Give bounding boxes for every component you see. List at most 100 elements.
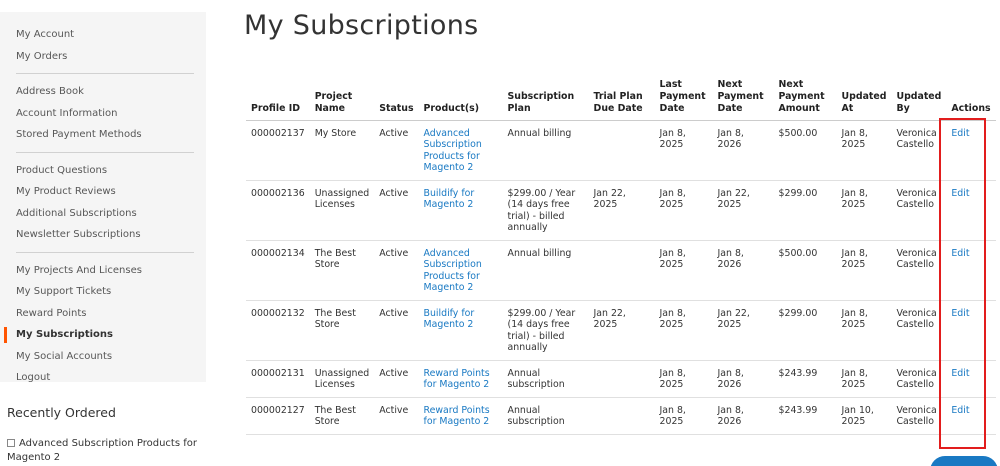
table-cell: The Best Store xyxy=(309,300,375,361)
profile-id-cell: 000002134 xyxy=(251,247,305,259)
table-row: 000002134 The Best Store Active Advanced Su… xyxy=(246,240,997,301)
project-name-cell: The Best Store xyxy=(314,247,356,271)
table-cell: Edit xyxy=(946,360,997,398)
sidebar-divider xyxy=(16,151,194,153)
product-link[interactable]: Buildify for Magento 2 xyxy=(424,188,475,211)
edit-link[interactable]: Edit xyxy=(951,368,969,379)
table-row: 000002137 My Store Active Advanced Subscrip… xyxy=(246,120,997,181)
sidebar-item-logout[interactable]: Logout xyxy=(0,367,206,389)
column-header-updated-at: Updated At xyxy=(836,72,892,121)
subscription-plan-cell: Annual billing xyxy=(507,247,572,259)
table-cell: Edit xyxy=(946,300,997,361)
table-cell: Active xyxy=(374,360,419,398)
sidebar-item-my-orders[interactable]: My Orders xyxy=(0,46,206,68)
table-cell: Jan 22, 2025 xyxy=(712,180,774,241)
product-link[interactable]: Reward Points for Magento 2 xyxy=(424,368,490,391)
table-cell: 000002137 xyxy=(246,120,310,181)
table-body: 000002137 My Store Active Advanced Subscrip… xyxy=(246,120,997,435)
table-cell: 000002132 xyxy=(246,300,310,361)
status-cell: Active xyxy=(379,247,409,259)
updated-at-cell: Jan 8, 2025 xyxy=(841,247,868,271)
recent-item[interactable]: Advanced Subscription Products for Magen… xyxy=(7,437,222,465)
edit-link[interactable]: Edit xyxy=(951,128,969,139)
table-cell: Edit xyxy=(946,180,997,241)
table-cell: Advanced Subscription Products for Magen… xyxy=(418,240,503,301)
column-header-trial-plan-due-date: Trial Plan Due Date xyxy=(588,72,655,121)
updated-by-cell: Veronica Castello xyxy=(896,307,937,331)
sidebar-item-stored-payment-methods[interactable]: Stored Payment Methods xyxy=(0,124,206,146)
project-name-cell: Unassigned Licenses xyxy=(314,367,370,391)
updated-at-cell: Jan 10, 2025 xyxy=(841,404,874,428)
table-cell: 000002134 xyxy=(246,240,310,301)
sidebar-item-my-projects-and-licenses[interactable]: My Projects And Licenses xyxy=(0,260,206,282)
sidebar-item-my-product-reviews[interactable]: My Product Reviews xyxy=(0,181,206,203)
project-name-cell: The Best Store xyxy=(314,404,356,428)
edit-link[interactable]: Edit xyxy=(951,248,969,259)
trial-due-date-cell: Jan 22, 2025 xyxy=(593,187,626,211)
updated-by-cell: Veronica Castello xyxy=(896,367,937,391)
table-cell: $299.00 xyxy=(773,300,837,361)
status-cell: Active xyxy=(379,367,409,379)
subscription-plan-cell: $299.00 / Year (14 days free trial) - bi… xyxy=(507,187,576,234)
next-payment-amount-cell: $243.99 xyxy=(778,404,818,416)
table-cell xyxy=(588,397,655,435)
sidebar-item-my-account[interactable]: My Account xyxy=(0,24,206,46)
page-title: My Subscriptions xyxy=(244,10,479,41)
sidebar-item-my-subscriptions[interactable]: My Subscriptions xyxy=(0,324,206,346)
edit-link[interactable]: Edit xyxy=(951,405,969,416)
table-cell: My Store xyxy=(309,120,375,181)
product-link[interactable]: Buildify for Magento 2 xyxy=(424,308,475,331)
status-cell: Active xyxy=(379,187,409,199)
column-header-next-payment-date: Next Payment Date xyxy=(712,72,774,121)
sidebar-item-newsletter-subscriptions[interactable]: Newsletter Subscriptions xyxy=(0,224,206,246)
sidebar-item-account-information[interactable]: Account Information xyxy=(0,103,206,125)
status-cell: Active xyxy=(379,127,409,139)
updated-by-cell: Veronica Castello xyxy=(896,127,937,151)
profile-id-cell: 000002137 xyxy=(251,127,305,139)
product-link[interactable]: Advanced Subscription Products for Magen… xyxy=(424,248,482,294)
sidebar-item-address-book[interactable]: Address Book xyxy=(0,81,206,103)
last-payment-date-cell: Jan 8, 2025 xyxy=(659,187,686,211)
next-payment-date-cell: Jan 8, 2026 xyxy=(717,127,744,151)
table-cell: Jan 8, 2025 xyxy=(836,360,892,398)
last-payment-date-cell: Jan 8, 2025 xyxy=(659,404,686,428)
column-header-actions: Actions xyxy=(946,72,997,121)
table-cell: Jan 8, 2025 xyxy=(654,120,713,181)
account-sidebar: My Account My Orders Address Book Account I… xyxy=(0,12,206,383)
next-payment-date-cell: Jan 22, 2025 xyxy=(717,187,750,211)
column-header-status: Status xyxy=(374,72,419,121)
sidebar-item-product-questions[interactable]: Product Questions xyxy=(0,160,206,182)
table-cell: 000002136 xyxy=(246,180,310,241)
recent-item-checkbox[interactable] xyxy=(7,439,15,447)
table-cell: $299.00 xyxy=(773,180,837,241)
edit-link[interactable]: Edit xyxy=(951,188,969,199)
table-row: 000002132 The Best Store Active Buildify fo… xyxy=(246,300,997,361)
subscriptions-table: Profile ID Project Name Status Product(s) Su… xyxy=(246,72,997,435)
table-cell: Unassigned Licenses xyxy=(309,360,375,398)
project-name-cell: My Store xyxy=(314,127,357,139)
column-header-last-payment-date: Last Payment Date xyxy=(654,72,713,121)
product-link[interactable]: Advanced Subscription Products for Magen… xyxy=(424,128,482,174)
table-cell: Jan 10, 2025 xyxy=(836,397,892,435)
sidebar-item-reward-points[interactable]: Reward Points xyxy=(0,303,206,325)
table-cell: Jan 8, 2025 xyxy=(654,180,713,241)
table-cell: $243.99 xyxy=(773,360,837,398)
table-cell: Edit xyxy=(946,120,997,181)
chat-widget-button[interactable] xyxy=(930,456,998,466)
table-cell: Jan 8, 2025 xyxy=(836,120,892,181)
last-payment-date-cell: Jan 8, 2025 xyxy=(659,247,686,271)
sidebar-item-my-social-accounts[interactable]: My Social Accounts xyxy=(0,346,206,368)
updated-at-cell: Jan 8, 2025 xyxy=(841,187,868,211)
table-cell: Jan 8, 2026 xyxy=(712,360,774,398)
table-cell: Active xyxy=(374,300,419,361)
next-payment-amount-cell: $500.00 xyxy=(778,247,818,259)
product-link[interactable]: Reward Points for Magento 2 xyxy=(424,405,490,428)
sidebar-item-additional-subscriptions[interactable]: Additional Subscriptions xyxy=(0,203,206,225)
sidebar-item-my-support-tickets[interactable]: My Support Tickets xyxy=(0,281,206,303)
subscription-plan-cell: $299.00 / Year (14 days free trial) - bi… xyxy=(507,307,576,354)
next-payment-date-cell: Jan 8, 2026 xyxy=(717,404,744,428)
table-cell: Advanced Subscription Products for Magen… xyxy=(418,120,503,181)
table-cell: Buildify for Magento 2 xyxy=(418,180,503,241)
edit-link[interactable]: Edit xyxy=(951,308,969,319)
next-payment-amount-cell: $243.99 xyxy=(778,367,818,379)
